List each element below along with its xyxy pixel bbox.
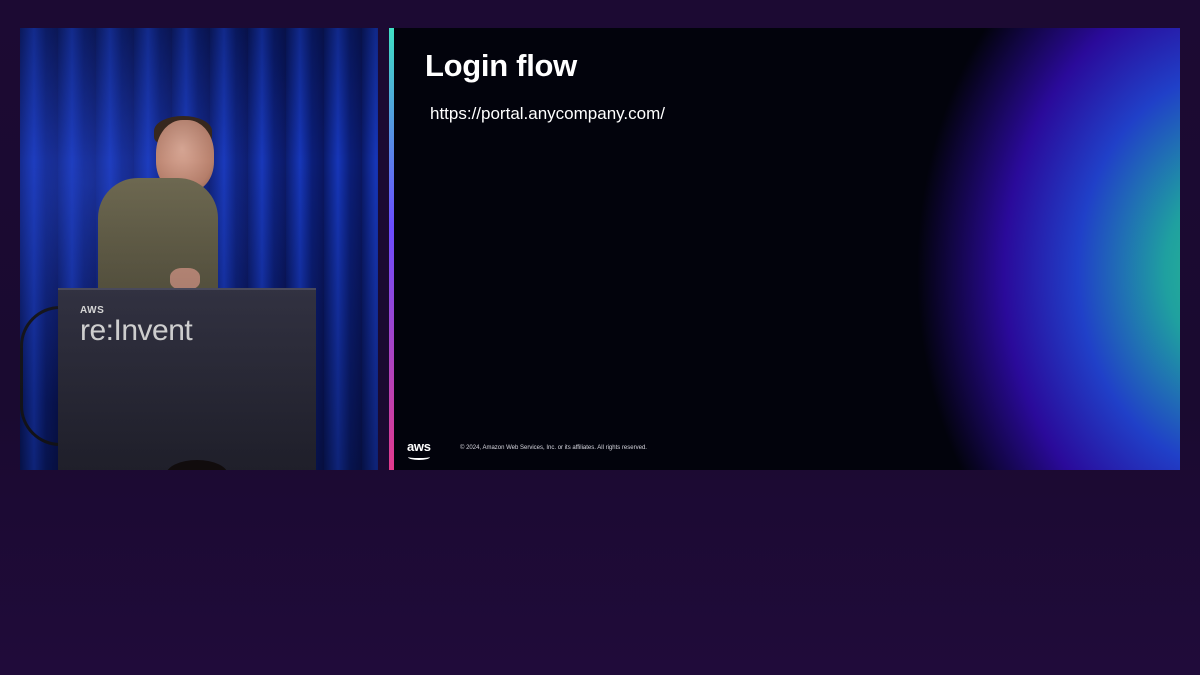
slide-copyright: © 2024, Amazon Web Services, Inc. or its… (460, 445, 647, 451)
reinvent-logo: AWS re:Invent (80, 306, 193, 347)
slide-title: Login flow (425, 48, 577, 83)
presentation-slide: Login flow https://portal.anycompany.com… (389, 28, 1180, 470)
podium-railing (20, 306, 60, 446)
speaker-hand (170, 268, 200, 290)
aws-logo-icon: aws (407, 439, 431, 454)
slide-accent-bar (389, 28, 394, 470)
slide-url: https://portal.anycompany.com/ (430, 104, 665, 123)
aws-smile-icon (408, 454, 430, 460)
speaker-camera-feed: AWS re:Invent (20, 28, 378, 470)
logo-event-name: re:Invent (80, 314, 193, 347)
